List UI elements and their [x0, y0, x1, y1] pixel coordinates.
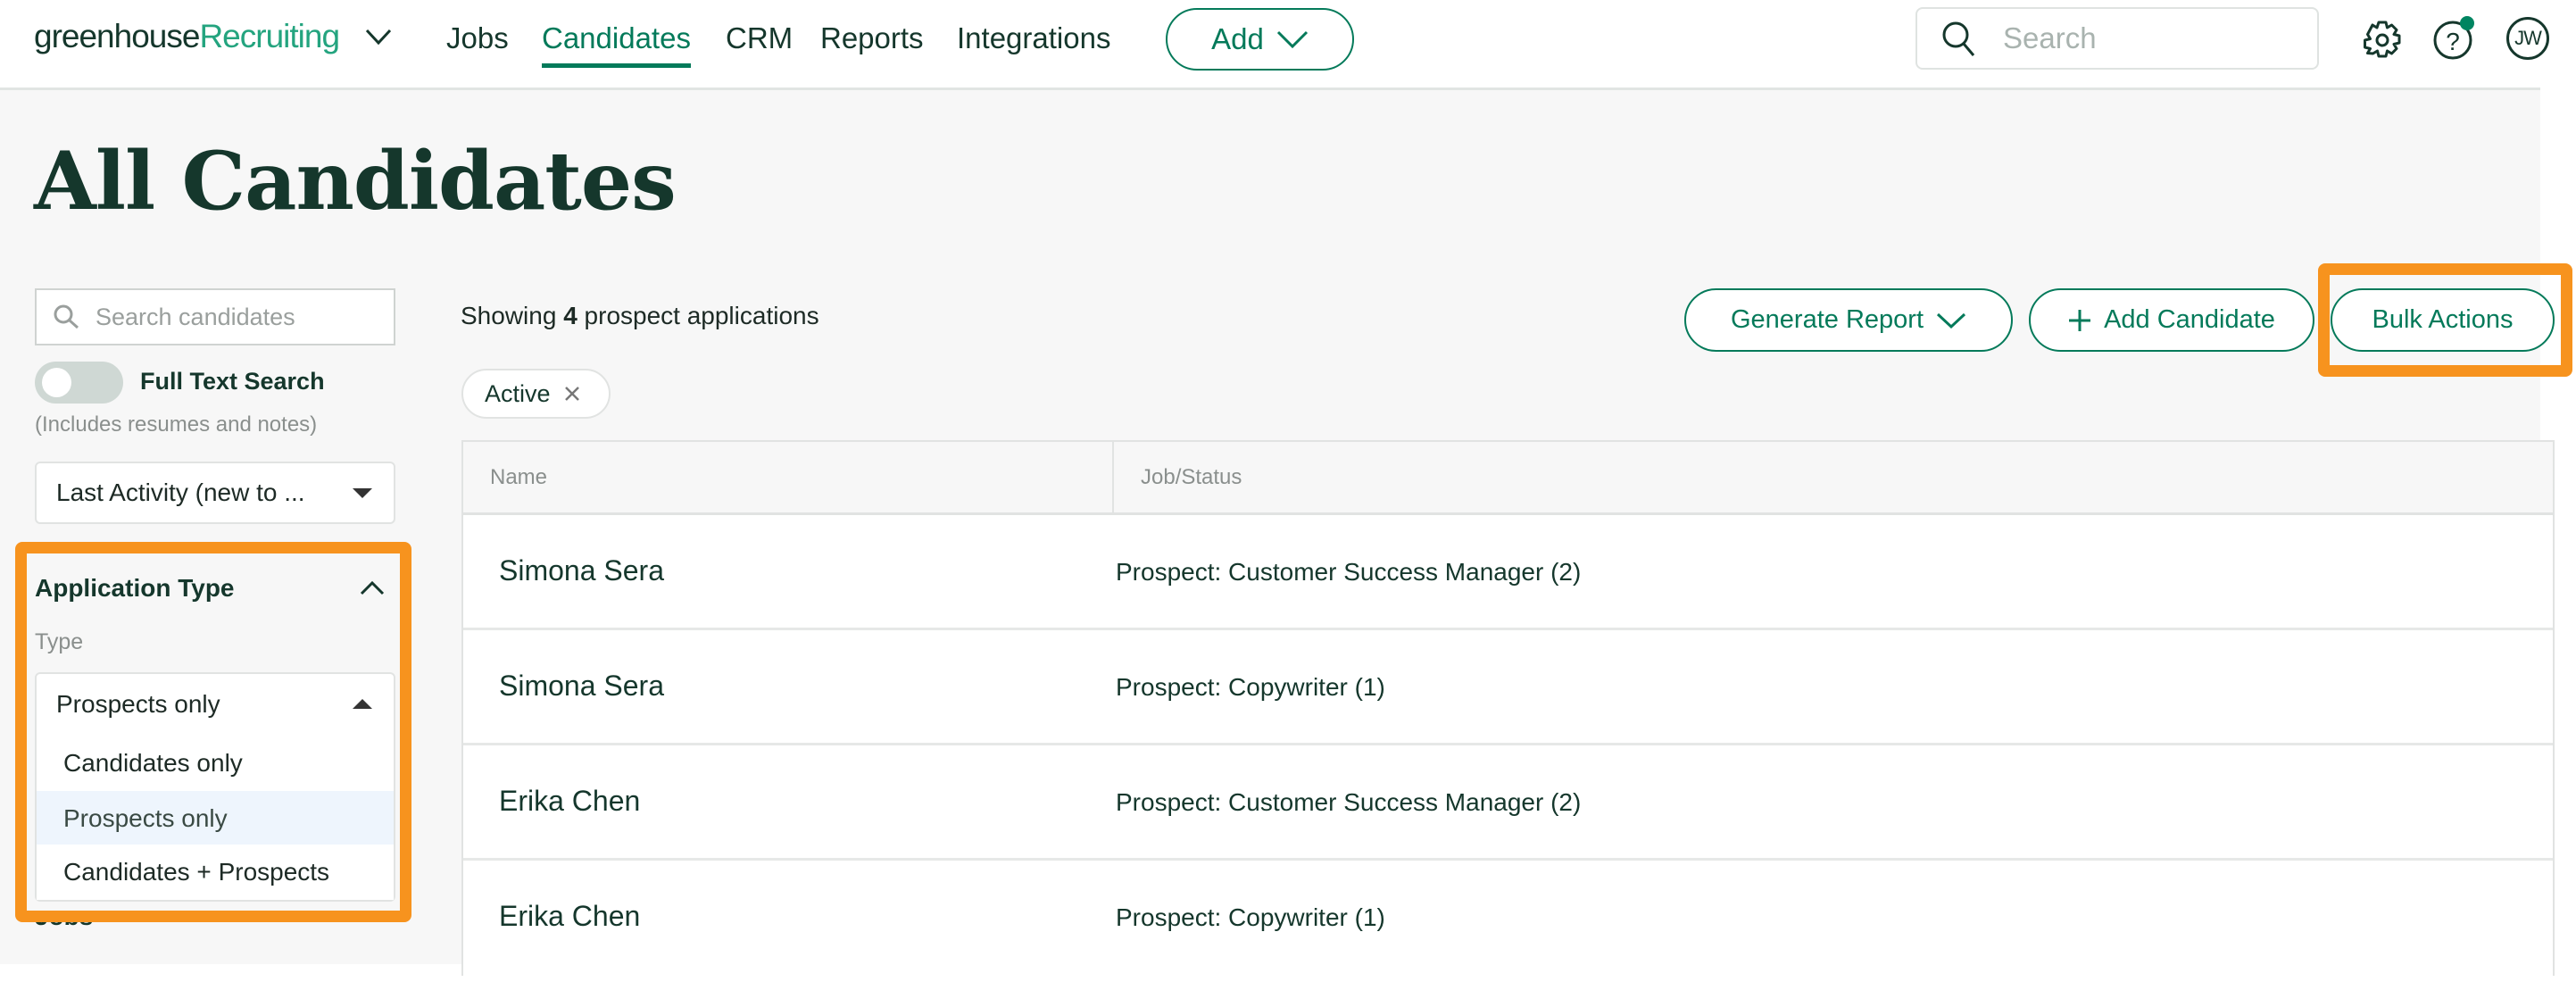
nav-crm[interactable]: CRM: [726, 21, 793, 55]
sort-select[interactable]: Last Activity (new to ...: [35, 462, 395, 524]
candidate-name[interactable]: Simona Sera: [499, 554, 664, 587]
logo[interactable]: greenhouseRecruiting: [34, 18, 340, 55]
add-button[interactable]: Add: [1166, 8, 1354, 71]
table-row[interactable]: Erika Chen Prospect: Copywriter (1): [463, 861, 2553, 976]
table-row[interactable]: Simona Sera Prospect: Copywriter (1): [463, 630, 2553, 745]
table-row[interactable]: Simona Sera Prospect: Customer Success Ma…: [463, 515, 2553, 630]
search-icon: [54, 304, 79, 329]
column-header-job-status[interactable]: Job/Status: [1114, 442, 2553, 515]
search-icon: [1942, 21, 1975, 56]
avatar[interactable]: JW: [2506, 17, 2549, 60]
table-row[interactable]: Erika Chen Prospect: Customer Success Man…: [463, 745, 2553, 861]
gear-icon[interactable]: [2364, 20, 2401, 61]
help-icon[interactable]: ?: [2433, 14, 2478, 61]
filter-chip-active: Active: [461, 369, 611, 419]
global-search-input[interactable]: Search: [1915, 7, 2319, 70]
column-header-name[interactable]: Name: [463, 442, 1114, 515]
highlight-application-type: [15, 542, 411, 922]
candidates-table: Name Job/Status Simona Sera Prospect: Cus…: [461, 440, 2555, 976]
job-status: Prospect: Customer Success Manager (2): [1116, 558, 1582, 586]
chevron-down-icon: [1936, 312, 1966, 329]
generate-report-button[interactable]: Generate Report: [1684, 288, 2013, 352]
chevron-down-icon[interactable]: [364, 27, 393, 46]
job-status: Prospect: Customer Success Manager (2): [1116, 788, 1582, 816]
candidate-name[interactable]: Erika Chen: [499, 900, 640, 933]
job-status: Prospect: Copywriter (1): [1116, 673, 1385, 701]
candidate-name[interactable]: Erika Chen: [499, 785, 640, 818]
notification-dot: [2460, 16, 2474, 30]
full-text-search-label: Full Text Search: [140, 368, 325, 395]
nav-reports[interactable]: Reports: [820, 21, 924, 55]
page-title: All Candidates: [34, 134, 677, 229]
highlight-bulk-actions: [2318, 263, 2572, 377]
close-icon[interactable]: [563, 385, 581, 403]
full-text-note: (Includes resumes and notes): [35, 412, 318, 437]
caret-down-icon: [353, 487, 372, 498]
candidate-name[interactable]: Simona Sera: [499, 670, 664, 703]
add-candidate-button[interactable]: Add Candidate: [2029, 288, 2314, 352]
results-count: Showing 4 prospect applications: [461, 302, 819, 329]
svg-text:?: ?: [2446, 28, 2460, 55]
chevron-down-icon: [1276, 30, 1308, 49]
nav-integrations[interactable]: Integrations: [957, 21, 1110, 55]
plus-icon: [2069, 309, 2091, 331]
page: greenhouseRecruiting Jobs Candidates CRM…: [0, 0, 2572, 976]
top-nav: greenhouseRecruiting Jobs Candidates CRM…: [0, 0, 2549, 90]
nav-candidates[interactable]: Candidates: [542, 21, 691, 68]
full-text-search-toggle[interactable]: [35, 362, 123, 404]
job-status: Prospect: Copywriter (1): [1116, 903, 1385, 931]
nav-jobs[interactable]: Jobs: [446, 21, 509, 55]
candidate-search-input[interactable]: Search candidates: [35, 288, 395, 345]
